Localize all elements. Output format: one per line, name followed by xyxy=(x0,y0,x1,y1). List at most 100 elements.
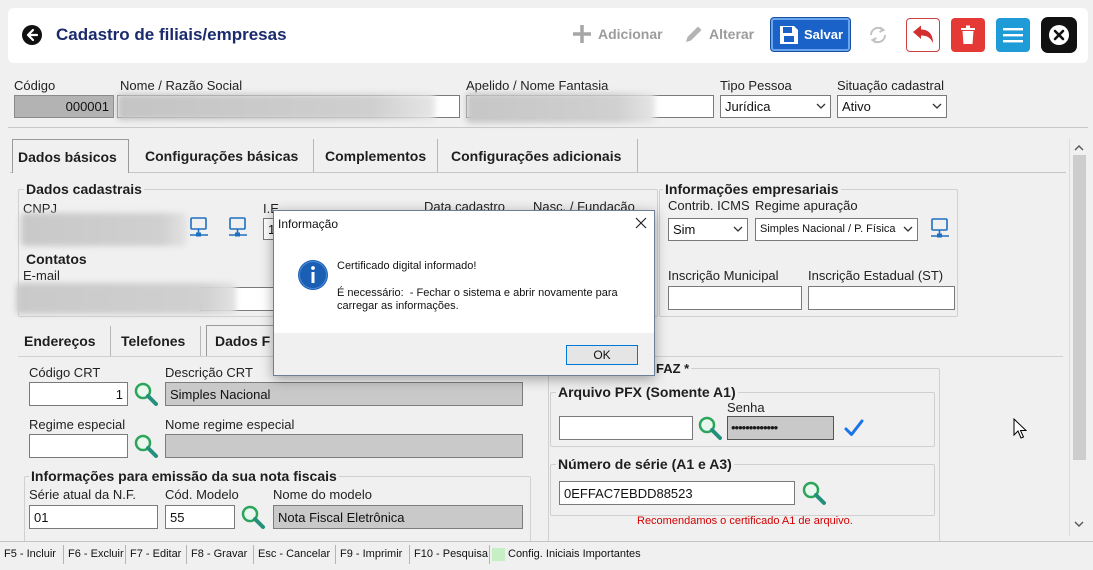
cod-modelo-field[interactable] xyxy=(165,505,235,529)
tab-separator xyxy=(637,139,638,172)
checkmark-icon xyxy=(843,417,865,439)
vertical-scrollbar[interactable] xyxy=(1069,139,1088,536)
tipo-pessoa-label: Tipo Pessoa xyxy=(720,78,792,93)
chevron-down-icon xyxy=(816,103,826,109)
ok-button[interactable]: OK xyxy=(566,345,638,365)
redacted-region xyxy=(466,93,655,123)
codigo-label: Código xyxy=(14,78,56,93)
regime-especial-field[interactable] xyxy=(29,434,128,458)
network-computer-icon[interactable] xyxy=(929,217,951,239)
undo-button[interactable] xyxy=(906,18,940,52)
menu-button[interactable] xyxy=(996,18,1030,52)
delete-button[interactable] xyxy=(951,18,985,52)
contrib-icms-label: Contrib. ICMS xyxy=(668,198,750,213)
serie-field[interactable] xyxy=(29,505,158,529)
descricao-crt-field[interactable] xyxy=(165,382,523,406)
inscricao-estadual-st-field[interactable] xyxy=(808,286,955,310)
search-icon[interactable] xyxy=(697,415,723,441)
chevron-down-icon xyxy=(932,103,942,109)
shortcut-f6[interactable]: F6 - Excluir xyxy=(64,544,126,564)
senha-label: Senha xyxy=(727,400,765,415)
close-window-button[interactable] xyxy=(1041,17,1077,53)
tab-separator xyxy=(313,139,314,172)
tab-configuracoes-adicionais[interactable]: Configurações adicionais xyxy=(451,148,621,164)
chevron-up-icon[interactable] xyxy=(1074,144,1084,151)
scrollbar-thumb[interactable] xyxy=(1073,155,1086,460)
situacao-label: Situação cadastral xyxy=(837,78,944,93)
subtab-enderecos[interactable]: Endereços xyxy=(24,333,96,349)
inscricao-municipal-label: Inscrição Municipal xyxy=(668,268,779,283)
shortcut-f5[interactable]: F5 - Incluir xyxy=(0,544,64,564)
add-button-label: Adicionar xyxy=(598,26,663,42)
close-circle-icon xyxy=(1048,24,1070,46)
dialog-message: Certificado digital informado! xyxy=(337,260,477,272)
shortcut-f7[interactable]: F7 - Editar xyxy=(126,544,187,564)
situacao-value: Ativo xyxy=(842,99,871,114)
tab-configuracoes-basicas[interactable]: Configurações básicas xyxy=(145,148,298,164)
divider xyxy=(8,127,1088,128)
edit-button[interactable]: Alterar xyxy=(682,20,760,50)
chevron-down-icon[interactable] xyxy=(1074,521,1084,528)
certificado-note: Recomendamos o certificado A1 de arquivo… xyxy=(637,515,853,527)
chevron-down-icon xyxy=(733,226,743,232)
tab-complementos[interactable]: Complementos xyxy=(325,148,426,164)
certificado-title: FAZ * xyxy=(654,361,692,377)
codigo-field[interactable] xyxy=(14,95,114,118)
senha-value: ••••••••••••• xyxy=(731,420,778,435)
contrib-icms-select[interactable]: Sim xyxy=(668,218,748,241)
senha-field[interactable]: ••••••••••••• xyxy=(727,416,834,440)
shortcut-f10[interactable]: F10 - Pesquisa xyxy=(410,544,490,564)
arquivo-pfx-title: Arquivo PFX (Somente A1) xyxy=(556,384,738,400)
edit-button-label: Alterar xyxy=(709,26,755,42)
back-arrow-icon[interactable] xyxy=(21,24,43,46)
trash-icon xyxy=(960,25,976,45)
regime-apuracao-select[interactable]: Simples Nacional / P. Física xyxy=(755,218,918,241)
undo-arrow-icon xyxy=(911,24,935,46)
contatos-title: Contatos xyxy=(24,251,89,267)
tab-separator xyxy=(200,326,201,356)
regime-apuracao-value: Simples Nacional / P. Física xyxy=(760,223,896,235)
tab-dados-basicos[interactable]: Dados básicos xyxy=(12,139,129,173)
add-button[interactable]: Adicionar xyxy=(570,20,663,50)
regime-apuracao-label: Regime apuração xyxy=(755,198,858,213)
nome-regime-especial-field[interactable] xyxy=(165,434,523,458)
serie-label: Série atual da N.F. xyxy=(29,487,136,502)
subtab-telefones[interactable]: Telefones xyxy=(121,333,185,349)
tab-separator xyxy=(110,326,111,356)
shortcut-f9[interactable]: F9 - Imprimir xyxy=(336,544,410,564)
search-icon[interactable] xyxy=(133,433,159,459)
tab-separator xyxy=(437,139,438,172)
close-icon[interactable] xyxy=(634,216,648,230)
tipo-pessoa-select[interactable]: Jurídica xyxy=(720,95,831,118)
config-iniciais-link[interactable]: Config. Iniciais Importantes xyxy=(508,548,641,560)
refresh-icon[interactable] xyxy=(867,24,889,46)
network-computer-icon[interactable] xyxy=(227,216,249,238)
codigo-crt-field[interactable] xyxy=(29,382,128,406)
nome-modelo-field[interactable] xyxy=(273,505,523,529)
dialog-detail-line1: É necessário: - Fechar o sistema e abrir… xyxy=(337,287,618,299)
apelido-label: Apelido / Nome Fantasia xyxy=(466,78,609,93)
shortcut-esc[interactable]: Esc - Cancelar xyxy=(254,544,336,564)
situacao-select[interactable]: Ativo xyxy=(837,95,947,118)
contrib-icms-value: Sim xyxy=(673,222,696,237)
dados-cadastrais-title: Dados cadastrais xyxy=(24,181,144,197)
search-icon[interactable] xyxy=(240,504,266,530)
numero-serie-field[interactable] xyxy=(559,481,795,505)
page-title: Cadastro de filiais/empresas xyxy=(56,25,287,44)
arquivo-pfx-field[interactable] xyxy=(559,416,693,440)
search-icon[interactable] xyxy=(801,480,827,506)
shortcut-f8[interactable]: F8 - Gravar xyxy=(187,544,254,564)
save-button-label: Salvar xyxy=(804,27,844,42)
cod-modelo-label: Cód. Modelo xyxy=(165,487,239,502)
numero-serie-title: Número de série (A1 e A3) xyxy=(556,456,734,472)
network-computer-icon[interactable] xyxy=(188,216,210,238)
search-icon[interactable] xyxy=(133,381,159,407)
dialog-title: Informação xyxy=(278,217,339,231)
plus-icon xyxy=(572,24,592,44)
save-button[interactable]: Salvar xyxy=(771,18,850,51)
nome-label: Nome / Razão Social xyxy=(120,78,243,93)
info-dialog: Informação Certificado digital informado… xyxy=(273,210,655,376)
codigo-crt-label: Código CRT xyxy=(29,365,101,380)
emissao-title: Informações para emissão da sua nota fis… xyxy=(29,468,339,484)
inscricao-municipal-field[interactable] xyxy=(668,286,802,310)
